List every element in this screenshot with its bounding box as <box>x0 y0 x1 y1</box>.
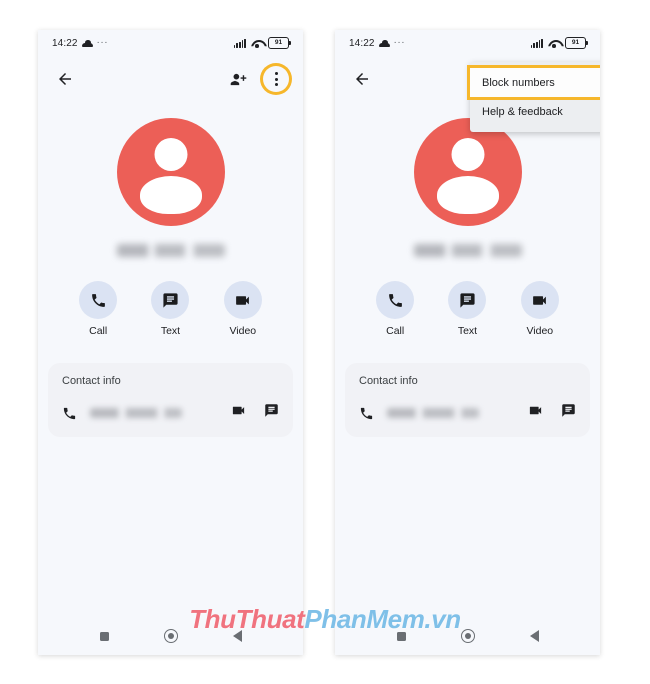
wifi-icon <box>548 39 560 48</box>
phone-panel-right: 14:22 ··· 91 Call Text Video Contact inf… <box>335 30 600 655</box>
message-icon <box>448 281 487 319</box>
contact-number-redacted <box>90 408 182 418</box>
videocam-icon <box>223 281 262 319</box>
person-avatar-icon <box>413 118 522 226</box>
battery-level: 91 <box>274 38 283 46</box>
message-icon[interactable] <box>264 403 279 423</box>
action-label: Call <box>386 325 405 337</box>
arrow-back-icon[interactable] <box>52 66 78 92</box>
contact-info-card: Contact info <box>345 363 590 437</box>
contact-name-redacted <box>116 244 225 257</box>
action-video[interactable]: Video <box>511 281 569 337</box>
contact-info-row[interactable] <box>62 403 279 423</box>
status-bar-left: 14:22 ··· <box>349 38 405 49</box>
cloud-icon <box>81 39 93 47</box>
phone-icon <box>376 281 415 319</box>
kebab-dots <box>274 72 278 86</box>
phone-panel-left: 14:22 ··· 91 Call Text Video Contact inf… <box>38 30 303 655</box>
phone-icon <box>79 281 118 319</box>
contact-info-title: Contact info <box>62 375 121 387</box>
action-call[interactable]: Call <box>366 281 424 337</box>
action-text[interactable]: Text <box>438 281 496 337</box>
more-vert-icon[interactable] <box>263 66 289 92</box>
quick-actions: Call Text Video <box>335 281 600 337</box>
triangle-back-icon[interactable] <box>232 630 242 642</box>
avatar-body <box>436 176 499 214</box>
status-time: 14:22 <box>349 37 375 49</box>
person-avatar-icon <box>116 118 225 226</box>
menu-item-block-numbers[interactable]: Block numbers <box>470 68 600 97</box>
circle-home-icon[interactable] <box>460 629 475 643</box>
status-time: 14:22 <box>52 37 78 49</box>
person-add-icon[interactable] <box>225 66 251 92</box>
signal-bars-icon <box>530 38 543 48</box>
app-bar <box>38 56 303 102</box>
wifi-icon <box>251 39 263 48</box>
phone-icon <box>359 406 379 421</box>
videocam-icon[interactable] <box>231 403 246 423</box>
quick-actions: Call Text Video <box>38 281 303 337</box>
status-bar-left: 14:22 ··· <box>52 38 108 49</box>
action-label: Text <box>457 325 478 337</box>
videocam-icon[interactable] <box>528 403 543 423</box>
status-bar-right: 91 <box>233 37 291 49</box>
circle-home-icon[interactable] <box>163 629 178 643</box>
action-label: Video <box>229 325 257 337</box>
cloud-icon <box>378 39 390 47</box>
battery-icon: 91 <box>268 37 291 49</box>
battery-level: 91 <box>571 38 580 46</box>
action-call[interactable]: Call <box>69 281 127 337</box>
contact-info-title: Contact info <box>359 375 418 387</box>
message-icon <box>151 281 190 319</box>
message-icon[interactable] <box>561 403 576 423</box>
square-recents-icon[interactable] <box>99 631 109 641</box>
action-text[interactable]: Text <box>141 281 199 337</box>
arrow-back-icon[interactable] <box>349 66 375 92</box>
contact-header <box>335 118 600 257</box>
action-label: Call <box>89 325 108 337</box>
contact-info-row[interactable] <box>359 403 576 423</box>
status-more-dots: ··· <box>96 37 109 48</box>
avatar-head <box>154 138 187 171</box>
avatar-body <box>139 176 202 214</box>
avatar-head <box>451 138 484 171</box>
contact-number-redacted <box>387 408 479 418</box>
contact-info-card: Contact info <box>48 363 293 437</box>
contact-name-redacted <box>413 244 522 257</box>
square-recents-icon[interactable] <box>396 631 406 641</box>
status-more-dots: ··· <box>393 37 406 48</box>
phone-icon <box>62 406 82 421</box>
overflow-menu: Block numbers Help & feedback <box>470 62 600 132</box>
status-bar: 14:22 ··· 91 <box>38 30 303 56</box>
action-video[interactable]: Video <box>214 281 272 337</box>
screenshot-stage: 14:22 ··· 91 Call Text Video Contact inf… <box>0 0 650 684</box>
android-nav-bar <box>335 617 600 655</box>
contact-header <box>38 118 303 257</box>
action-label: Text <box>160 325 181 337</box>
triangle-back-icon[interactable] <box>529 630 539 642</box>
videocam-icon <box>520 281 559 319</box>
contact-row-actions <box>231 403 279 423</box>
status-bar-right: 91 <box>530 37 588 49</box>
status-bar: 14:22 ··· 91 <box>335 30 600 56</box>
contact-row-actions <box>528 403 576 423</box>
battery-icon: 91 <box>565 37 588 49</box>
menu-item-help-feedback[interactable]: Help & feedback <box>470 97 600 126</box>
signal-bars-icon <box>233 38 246 48</box>
action-label: Video <box>526 325 554 337</box>
android-nav-bar <box>38 617 303 655</box>
app-bar-actions <box>225 66 289 92</box>
